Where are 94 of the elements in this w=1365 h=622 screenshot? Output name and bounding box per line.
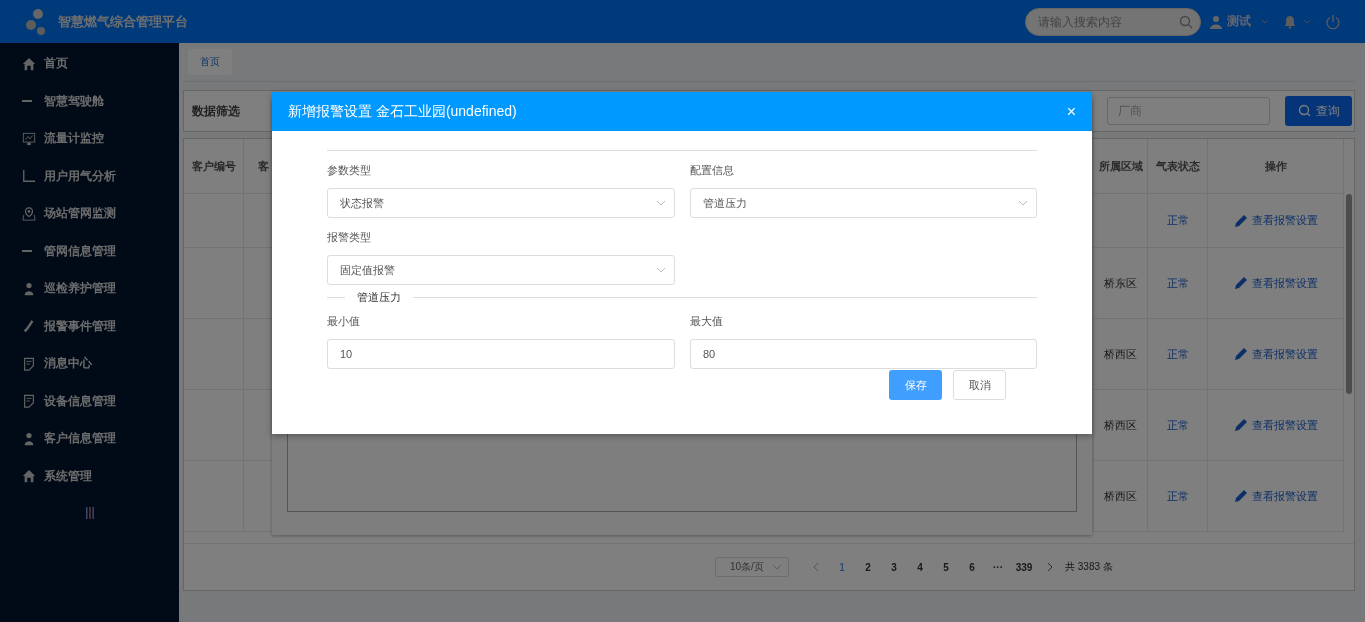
pencil-icon [1233, 418, 1248, 432]
sidebar-item[interactable]: 首页 [44, 55, 68, 73]
alarm-settings-link[interactable]: 查看报警设置 [1227, 487, 1324, 505]
page-number[interactable]: 2 [855, 561, 881, 573]
filter-label: 数据筛选 [192, 102, 240, 120]
page-number[interactable]: ··· [985, 561, 1011, 573]
document-icon [22, 394, 36, 409]
field-label: 配置信息 [690, 163, 735, 178]
pencil-icon [1233, 347, 1248, 361]
select-field[interactable]: 管道压力 [690, 188, 1037, 218]
sidebar-item[interactable]: 系统管理 [44, 467, 92, 485]
dialog-title: 新增报警设置 金石工业园(undefined) [288, 102, 518, 121]
scrollbar[interactable] [1346, 194, 1352, 394]
sidebar-item[interactable]: 客户信息管理 [44, 430, 116, 448]
input-field[interactable]: 10 [327, 339, 675, 369]
status-text: 正常 [1166, 417, 1189, 433]
chevron-down-icon [1018, 200, 1028, 206]
page-number[interactable]: 5 [933, 561, 959, 573]
search-icon [1297, 104, 1312, 118]
collapse-icon[interactable] [84, 507, 95, 519]
sidebar-item[interactable]: 消息中心 [44, 355, 92, 373]
previous-page-icon[interactable] [811, 562, 821, 572]
next-page-icon[interactable] [1045, 562, 1055, 572]
select-field[interactable]: 固定值报警 [327, 255, 675, 285]
field-label: 参数类型 [327, 163, 372, 178]
field-label: 最小值 [327, 314, 361, 329]
home-icon [22, 469, 36, 484]
dash-icon [22, 250, 32, 253]
status-text: 正常 [1166, 346, 1189, 362]
sidebar-item[interactable]: 流量计监控 [44, 130, 104, 148]
document-icon [22, 356, 36, 371]
status-text: 正常 [1166, 488, 1189, 504]
sidebar-item[interactable]: 设备信息管理 [44, 392, 116, 410]
field-label: 报警类型 [327, 230, 372, 245]
input-field[interactable]: 80 [690, 339, 1037, 369]
app-title: 智慧燃气综合管理平台 [58, 12, 188, 31]
column-header: 客户编号 [191, 158, 236, 174]
save-button[interactable]: 保存 [889, 370, 942, 400]
page-number[interactable]: 4 [907, 561, 933, 573]
page-number[interactable]: 3 [881, 561, 907, 573]
select-field[interactable]: 状态报警 [327, 188, 675, 218]
user-name[interactable]: 测试 [1227, 13, 1251, 30]
query-button[interactable]: 查询 [1285, 96, 1352, 126]
caret-icon [1303, 18, 1311, 25]
sidebar-item[interactable]: 管网信息管理 [44, 242, 116, 260]
page-size-text: 10条/页 [730, 560, 764, 574]
sidebar-item[interactable]: 报警事件管理 [44, 317, 116, 335]
bell-icon[interactable] [1283, 14, 1297, 29]
column-header: 所属区域 [1098, 158, 1143, 174]
alarm-settings-link[interactable]: 查看报警设置 [1227, 416, 1324, 434]
page-number[interactable]: 1 [829, 561, 855, 573]
map-pin-icon [22, 206, 36, 221]
pencil-icon [1233, 213, 1248, 228]
power-icon[interactable] [1325, 13, 1341, 30]
table-cell: 桥西区 [1104, 417, 1137, 433]
column-header: 客 [258, 158, 269, 174]
sidebar-item[interactable]: 巡检养护管理 [44, 280, 116, 298]
sidebar-item[interactable]: 智慧驾驶舱 [44, 92, 104, 110]
page-number[interactable]: 339 [1011, 561, 1037, 573]
field-label: 最大值 [690, 314, 724, 329]
alarm-settings-link[interactable]: 查看报警设置 [1227, 274, 1324, 292]
dash-icon [22, 100, 32, 103]
home-icon [22, 56, 36, 71]
page-number[interactable]: 6 [959, 561, 985, 573]
sidebar-item[interactable]: 场站管网监测 [44, 205, 116, 223]
search-icon [1179, 14, 1193, 29]
chevron-down-icon [656, 200, 666, 206]
user-icon [1209, 14, 1223, 29]
table-cell: 桥东区 [1104, 275, 1137, 291]
table-cell: 桥西区 [1104, 346, 1137, 362]
caret-icon [1261, 18, 1269, 25]
column-header: 气表状态 [1155, 158, 1200, 174]
column-header: 操作 [1264, 158, 1287, 174]
cancel-button[interactable]: 取消 [953, 370, 1006, 400]
chevron-down-icon [656, 267, 666, 273]
pencil-icon [1233, 489, 1248, 503]
person-icon [22, 431, 36, 446]
logo-icon [24, 7, 48, 36]
chevron-down-icon [772, 564, 782, 570]
monitor-icon [22, 131, 36, 146]
status-text: 正常 [1166, 275, 1189, 291]
page-size-select[interactable]: 10条/页 [715, 557, 789, 577]
sidebar-item[interactable]: 用户用气分析 [44, 167, 116, 185]
chart-axes-icon [22, 169, 36, 184]
section-title: 管道压力 [356, 289, 402, 305]
close-button[interactable]: × [1066, 102, 1076, 121]
pencil-icon [1233, 276, 1248, 290]
alarm-settings-link[interactable]: 查看报警设置 [1227, 212, 1324, 229]
page-tab[interactable]: 首页 [188, 49, 232, 75]
person-icon [22, 281, 36, 296]
table-cell: 桥西区 [1104, 488, 1137, 504]
alarm-settings-link[interactable]: 查看报警设置 [1227, 345, 1324, 363]
total-count: 共 3383 条 [1065, 560, 1113, 574]
status-text: 正常 [1166, 213, 1189, 228]
